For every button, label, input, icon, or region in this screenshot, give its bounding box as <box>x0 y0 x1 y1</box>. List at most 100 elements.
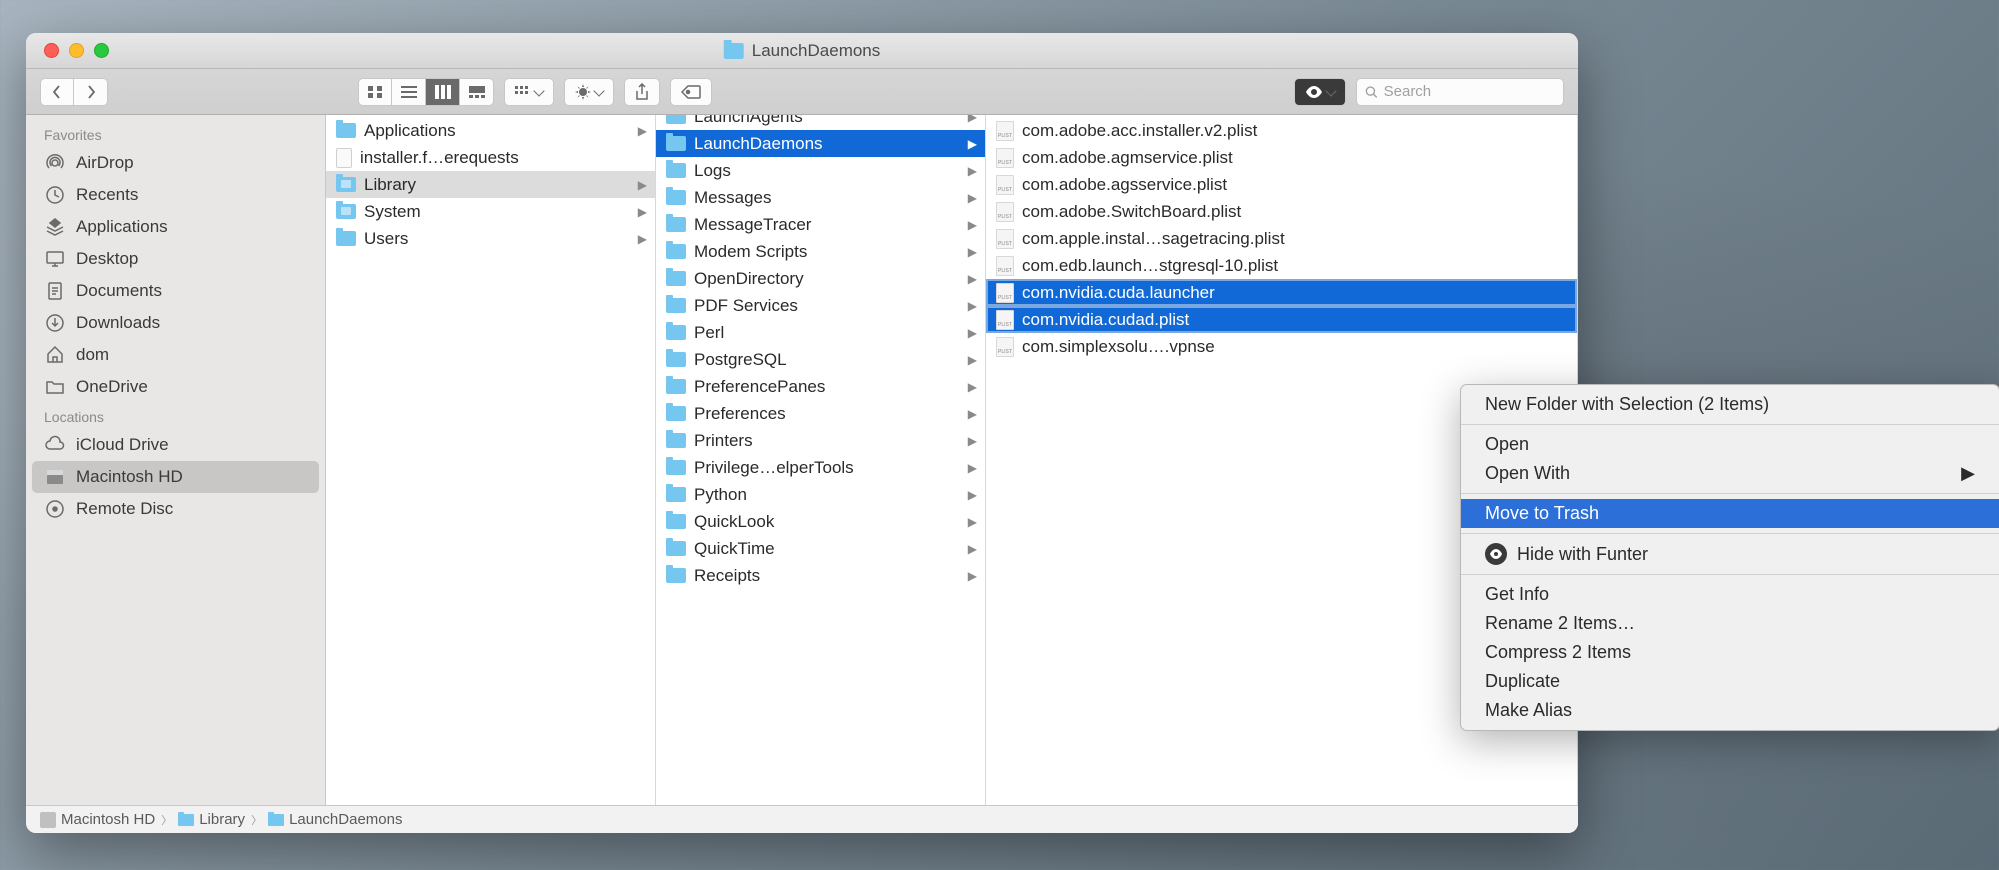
context-menu-item[interactable]: Get Info <box>1461 580 1999 609</box>
column-item[interactable]: System▶ <box>326 198 655 225</box>
sidebar-item[interactable]: Remote Disc <box>26 493 325 525</box>
sidebar-item[interactable]: Macintosh HD <box>32 461 319 493</box>
sidebar-item-label: Documents <box>76 281 162 301</box>
column-1[interactable]: Applications▶installer.f…erequestsLibrar… <box>326 115 656 805</box>
chevron-right-icon: ▶ <box>638 178 647 192</box>
sidebar-item[interactable]: Recents <box>26 179 325 211</box>
column-item[interactable]: Receipts▶ <box>656 562 985 589</box>
context-menu-item[interactable]: Compress 2 Items <box>1461 638 1999 667</box>
remote-icon <box>44 498 66 520</box>
folder-icon <box>666 352 686 367</box>
action-button[interactable] <box>564 78 614 106</box>
maximize-button[interactable] <box>94 43 109 58</box>
column-item[interactable]: Preferences▶ <box>656 400 985 427</box>
plist-icon <box>996 283 1014 303</box>
path-separator: 〉 <box>161 812 172 828</box>
context-menu-item[interactable]: Open <box>1461 430 1999 459</box>
path-segment[interactable]: Macintosh HD <box>40 811 155 828</box>
sidebar-item[interactable]: Applications <box>26 211 325 243</box>
sidebar-item[interactable]: Downloads <box>26 307 325 339</box>
context-menu-item[interactable]: Make Alias <box>1461 696 1999 725</box>
path-label: LaunchDaemons <box>289 811 402 828</box>
column-item[interactable]: com.adobe.agmservice.plist <box>986 144 1577 171</box>
column-item[interactable]: com.adobe.SwitchBoard.plist <box>986 198 1577 225</box>
column-item[interactable]: com.edb.launch…stgresql-10.plist <box>986 252 1577 279</box>
sidebar-section-header: Locations <box>26 403 325 429</box>
chevron-down-icon <box>533 85 544 96</box>
column-item[interactable]: com.adobe.agsservice.plist <box>986 171 1577 198</box>
search-box[interactable] <box>1356 78 1564 106</box>
column-item[interactable]: com.adobe.acc.installer.v2.plist <box>986 117 1577 144</box>
tags-button[interactable] <box>670 78 712 106</box>
sidebar-item[interactable]: Documents <box>26 275 325 307</box>
column-item[interactable]: Printers▶ <box>656 427 985 454</box>
chevron-right-icon: ▶ <box>968 434 977 448</box>
list-view-button[interactable] <box>392 78 426 106</box>
context-menu-item[interactable]: Rename 2 Items… <box>1461 609 1999 638</box>
menu-separator <box>1461 424 1999 425</box>
column-item[interactable]: PreferencePanes▶ <box>656 373 985 400</box>
plist-icon <box>996 310 1014 330</box>
context-menu-item[interactable]: New Folder with Selection (2 Items) <box>1461 390 1999 419</box>
column-item[interactable]: Logs▶ <box>656 157 985 184</box>
context-menu-item[interactable]: Hide with Funter <box>1461 539 1999 569</box>
forward-button[interactable] <box>74 78 108 106</box>
item-label: Messages <box>694 188 960 208</box>
column-item[interactable]: com.simplexsolu….vpnse <box>986 333 1577 360</box>
folder-icon <box>336 123 356 138</box>
back-button[interactable] <box>40 78 74 106</box>
column-item[interactable]: Perl▶ <box>656 319 985 346</box>
column-item[interactable]: Messages▶ <box>656 184 985 211</box>
menu-item-label: Get Info <box>1485 584 1549 605</box>
column-item[interactable]: LaunchAgents▶ <box>656 115 985 130</box>
column-item[interactable]: com.nvidia.cudad.plist <box>986 306 1577 333</box>
column-item[interactable]: Applications▶ <box>326 117 655 144</box>
window-title: LaunchDaemons <box>724 41 881 61</box>
path-segment[interactable]: LaunchDaemons <box>268 811 402 828</box>
item-label: Applications <box>364 121 630 141</box>
context-menu-item[interactable]: Duplicate <box>1461 667 1999 696</box>
gallery-view-button[interactable] <box>460 78 494 106</box>
column-item[interactable]: MessageTracer▶ <box>656 211 985 238</box>
funter-button[interactable] <box>1294 78 1346 106</box>
column-item[interactable]: Users▶ <box>326 225 655 252</box>
item-label: QuickLook <box>694 512 960 532</box>
column-item[interactable]: PostgreSQL▶ <box>656 346 985 373</box>
folder-icon <box>666 163 686 178</box>
sidebar-item[interactable]: iCloud Drive <box>26 429 325 461</box>
sidebar-item[interactable]: dom <box>26 339 325 371</box>
column-item[interactable]: Library ▶ <box>326 171 655 198</box>
documents-icon <box>44 280 66 302</box>
sidebar-item[interactable]: Desktop <box>26 243 325 275</box>
column-view-button[interactable] <box>426 78 460 106</box>
column-item[interactable]: Privilege…elperTools▶ <box>656 454 985 481</box>
column-item[interactable]: PDF Services▶ <box>656 292 985 319</box>
sidebar-item[interactable]: OneDrive <box>26 371 325 403</box>
path-segment[interactable]: Library <box>178 811 245 828</box>
column-item[interactable]: Python▶ <box>656 481 985 508</box>
close-button[interactable] <box>44 43 59 58</box>
item-label: Library <box>364 175 630 195</box>
folder-icon <box>666 541 686 556</box>
sidebar-item[interactable]: AirDrop <box>26 147 325 179</box>
share-button[interactable] <box>624 78 660 106</box>
context-menu-item[interactable]: Move to Trash <box>1461 499 1999 528</box>
column-item[interactable]: com.nvidia.cuda.launcher <box>986 279 1577 306</box>
column-item[interactable]: Modem Scripts▶ <box>656 238 985 265</box>
column-item[interactable]: QuickLook▶ <box>656 508 985 535</box>
chevron-right-icon: ▶ <box>968 299 977 313</box>
minimize-button[interactable] <box>69 43 84 58</box>
sidebar-item-label: Downloads <box>76 313 160 333</box>
column-item[interactable]: LaunchDaemons▶ <box>656 130 985 157</box>
column-item[interactable]: installer.f…erequests <box>326 144 655 171</box>
column-item[interactable]: com.apple.instal…sagetracing.plist <box>986 225 1577 252</box>
column-2[interactable]: LaunchAgents▶LaunchDaemons▶Logs▶Messages… <box>656 115 986 805</box>
search-input[interactable] <box>1384 83 1555 100</box>
context-menu-item[interactable]: Open With▶ <box>1461 459 1999 488</box>
icon-view-button[interactable] <box>358 78 392 106</box>
column-item[interactable]: OpenDirectory▶ <box>656 265 985 292</box>
plist-icon <box>996 229 1014 249</box>
column-item[interactable]: QuickTime▶ <box>656 535 985 562</box>
menu-separator <box>1461 493 1999 494</box>
group-button[interactable] <box>504 78 554 106</box>
